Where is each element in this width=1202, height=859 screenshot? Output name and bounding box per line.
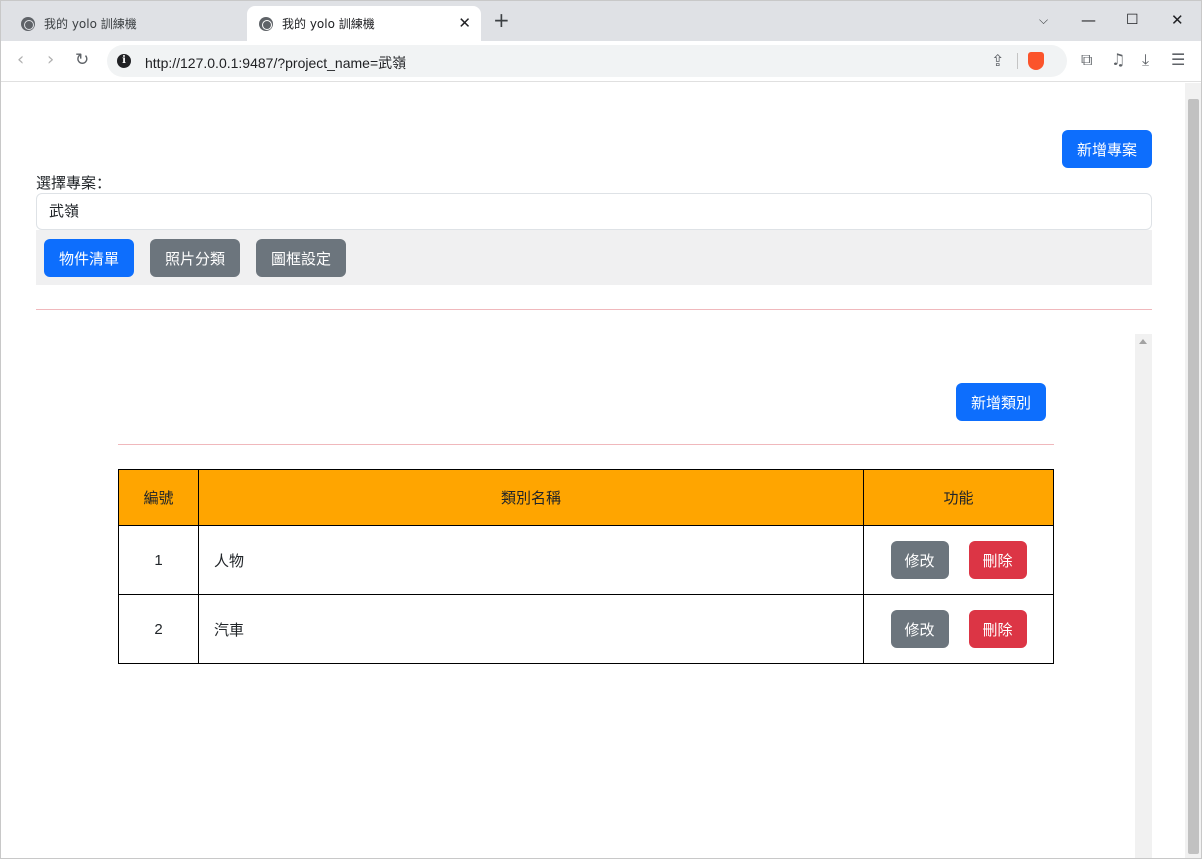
menu-icon[interactable]: ☰ <box>1171 50 1185 70</box>
browser-toolbar: ‹ › ↻ i http://127.0.0.1:9487/?project_n… <box>1 41 1201 82</box>
row-name: 人物 <box>198 525 864 595</box>
category-table: 編號 類別名稱 功能 1 人物 修改 刪除 2 汽車 修改 刪除 <box>118 469 1054 664</box>
globe-icon <box>259 16 273 31</box>
reload-icon[interactable]: ↻ <box>75 50 89 70</box>
edit-button[interactable]: 修改 <box>890 541 949 579</box>
share-icon[interactable]: ⇪ <box>991 51 1004 70</box>
globe-icon <box>21 16 35 31</box>
delete-button[interactable]: 刪除 <box>968 541 1027 579</box>
row-id: 1 <box>118 525 199 595</box>
minimize-icon[interactable]: — <box>1081 11 1096 29</box>
tab-title: 我的 yolo 訓練機 <box>44 17 137 31</box>
photo-classify-button[interactable]: 照片分類 <box>150 239 240 277</box>
row-actions: 修改 刪除 <box>863 594 1054 664</box>
info-icon[interactable]: i <box>117 54 131 68</box>
table-row: 1 人物 修改 刪除 <box>118 525 1054 595</box>
divider <box>118 444 1054 445</box>
table-row: 2 汽車 修改 刪除 <box>118 594 1054 664</box>
header-actions: 功能 <box>863 469 1054 526</box>
back-icon[interactable]: ‹ <box>17 50 24 70</box>
forward-icon[interactable]: › <box>47 50 54 70</box>
divider <box>1017 53 1018 69</box>
add-project-button[interactable]: 新增專案 <box>1062 130 1152 168</box>
header-name: 類別名稱 <box>198 469 864 526</box>
edit-button[interactable]: 修改 <box>890 610 949 648</box>
table-header-row: 編號 類別名稱 功能 <box>118 469 1054 526</box>
row-name: 汽車 <box>198 594 864 664</box>
page-viewport: 新增專案 選擇專案： 武嶺 物件清單 照片分類 圖框設定 新增類別 編號 類別名… <box>1 83 1185 858</box>
download-icon[interactable]: ⤓ <box>1142 50 1149 70</box>
function-navbar: 物件清單 照片分類 圖框設定 <box>36 230 1152 285</box>
address-bar[interactable]: i http://127.0.0.1:9487/?project_name=武嶺… <box>107 45 1067 77</box>
frame-settings-button[interactable]: 圖框設定 <box>256 239 346 277</box>
object-list-frame: 新增類別 編號 類別名稱 功能 1 人物 修改 刪除 2 汽車 修改 刪除 <box>36 334 1152 858</box>
tab-inactive[interactable]: 我的 yolo 訓練機 <box>9 6 241 41</box>
object-list-button[interactable]: 物件清單 <box>44 239 134 277</box>
url-text[interactable]: http://127.0.0.1:9487/?project_name=武嶺 <box>145 53 406 73</box>
music-icon[interactable]: ♫ <box>1111 50 1125 70</box>
select-project-label: 選擇專案： <box>36 175 112 192</box>
scroll-up-icon[interactable] <box>1139 339 1147 344</box>
row-actions: 修改 刪除 <box>863 525 1054 595</box>
brave-shield-icon[interactable] <box>1028 52 1044 70</box>
tab-title: 我的 yolo 訓練機 <box>282 17 375 31</box>
browser-window: 我的 yolo 訓練機 我的 yolo 訓練機 ✕ + ⌵ — ☐ ✕ ‹ › … <box>0 0 1202 859</box>
frame-scrollbar[interactable] <box>1135 334 1152 858</box>
row-id: 2 <box>118 594 199 664</box>
close-icon[interactable]: ✕ <box>458 15 471 31</box>
maximize-icon[interactable]: ☐ <box>1126 11 1139 29</box>
extensions-icon[interactable]: ⧉ <box>1081 50 1092 70</box>
new-tab-icon[interactable]: + <box>493 10 510 30</box>
window-close-icon[interactable]: ✕ <box>1171 11 1184 29</box>
page-scrollbar[interactable] <box>1185 83 1201 858</box>
chevron-down-icon[interactable]: ⌵ <box>1039 13 1048 28</box>
scroll-thumb[interactable] <box>1188 99 1199 854</box>
header-id: 編號 <box>118 469 199 526</box>
add-category-button[interactable]: 新增類別 <box>956 383 1046 421</box>
divider <box>36 309 1152 310</box>
project-select[interactable]: 武嶺 <box>36 193 1152 230</box>
tab-active[interactable]: 我的 yolo 訓練機 ✕ <box>247 6 481 41</box>
tab-strip: 我的 yolo 訓練機 我的 yolo 訓練機 ✕ + ⌵ — ☐ ✕ <box>1 1 1201 41</box>
delete-button[interactable]: 刪除 <box>968 610 1027 648</box>
